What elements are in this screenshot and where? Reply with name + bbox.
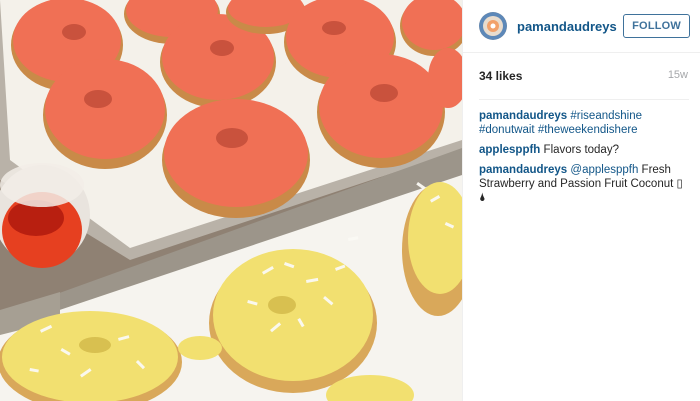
- comment-item: applesppfh Flavors today?: [479, 143, 689, 157]
- post-photo[interactable]: [0, 0, 462, 401]
- hashtag-link[interactable]: #donutwait: [479, 124, 535, 136]
- comment-item: pamandaudreys @applesppfh Fresh Strawber…: [479, 163, 689, 205]
- post-sidebar: pamandaudreys FOLLOW 34 likes 15w pamand…: [462, 0, 700, 401]
- comment-text: Flavors today?: [543, 144, 619, 156]
- hashtag-link[interactable]: #theweekendishere: [538, 124, 638, 136]
- post-time[interactable]: 15w: [668, 69, 688, 89]
- avatar-image: [479, 12, 507, 40]
- instagram-post: pamandaudreys FOLLOW 34 likes 15w pamand…: [0, 0, 700, 401]
- post-header: pamandaudreys FOLLOW: [463, 0, 700, 53]
- header-username[interactable]: pamandaudreys: [517, 19, 623, 34]
- profile-avatar-icon[interactable]: [479, 12, 507, 40]
- comment-item: pamandaudreys #riseandshine #donutwait #…: [479, 109, 689, 137]
- likes-count[interactable]: 34 likes: [479, 69, 522, 89]
- comments-list: pamandaudreys #riseandshine #donutwait #…: [479, 99, 689, 205]
- follow-button[interactable]: FOLLOW: [623, 14, 690, 38]
- post-meta: 34 likes 15w: [463, 53, 700, 89]
- comment-username[interactable]: applesppfh: [479, 144, 540, 156]
- comment-username[interactable]: pamandaudreys: [479, 110, 567, 122]
- hashtag-link[interactable]: #riseandshine: [570, 110, 642, 122]
- donut-image: [0, 0, 462, 401]
- mention-link[interactable]: @applesppfh: [570, 164, 638, 176]
- comment-username[interactable]: pamandaudreys: [479, 164, 567, 176]
